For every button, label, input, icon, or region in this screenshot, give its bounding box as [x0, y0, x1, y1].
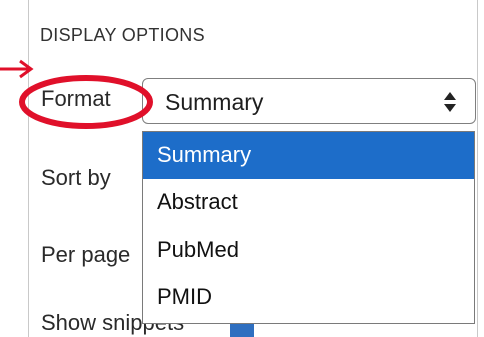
section-heading: DISPLAY OPTIONS [40, 25, 205, 45]
format-select-value: Summary [165, 89, 264, 115]
annotation-ellipse [19, 75, 153, 129]
format-select[interactable]: Summary [142, 78, 476, 124]
format-option-summary[interactable]: Summary [143, 132, 474, 179]
sort-by-label: Sort by [41, 165, 111, 190]
per-page-label: Per page [41, 242, 131, 267]
format-option-pubmed[interactable]: PubMed [143, 227, 474, 274]
format-option-abstract[interactable]: Abstract [143, 179, 474, 226]
format-dropdown-list: Summary Abstract PubMed PMID [142, 131, 475, 324]
up-down-arrows-icon [444, 92, 456, 112]
page: DISPLAY OPTIONS Format Sort by Per page … [0, 0, 484, 337]
format-option-pmid[interactable]: PMID [143, 274, 474, 321]
